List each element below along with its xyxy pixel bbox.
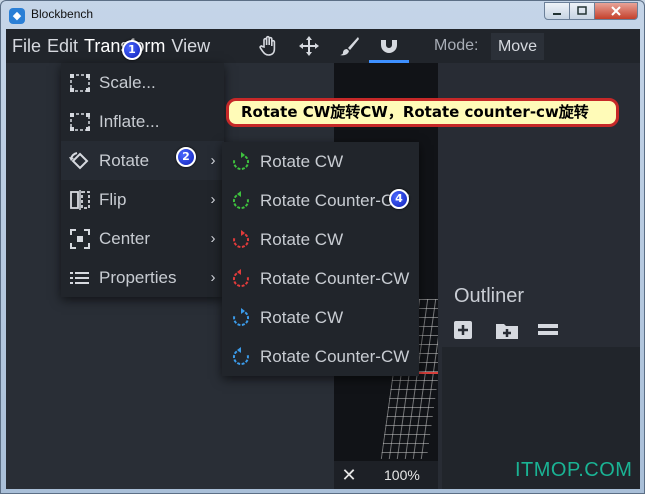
outliner-title: Outliner xyxy=(454,285,525,307)
menu-item-center[interactable]: Center › xyxy=(61,219,224,258)
menu-item-label: Rotate CW xyxy=(260,229,344,249)
center-icon xyxy=(70,228,90,249)
watermark: ITMOP.COM xyxy=(515,459,633,481)
menu-item-inflate[interactable]: Inflate... xyxy=(61,102,224,141)
menu-item-rotate[interactable]: Rotate › xyxy=(61,141,224,180)
chevron-right-icon: › xyxy=(210,230,216,247)
add-cube-icon xyxy=(454,321,472,339)
menu-item-properties[interactable]: Properties › xyxy=(61,258,224,297)
viewport-axis-line xyxy=(418,372,438,374)
rotate-submenu: Rotate CW Rotate Counter-CW Rotate CW Ro… xyxy=(222,142,419,376)
rotate-cw-icon xyxy=(233,229,250,248)
rotate-ccw-icon xyxy=(232,268,249,287)
mode-select[interactable]: Move xyxy=(491,33,544,60)
menu-item-label: Rotate Counter-CW xyxy=(260,346,410,366)
menu-item-rotate-ccw-z[interactable]: Rotate Counter-CW xyxy=(222,337,419,376)
menu-item-rotate-cw-y[interactable]: Rotate CW xyxy=(222,220,419,259)
minimize-button[interactable] xyxy=(544,2,570,20)
title-bar[interactable]: ◆ Blockbench xyxy=(1,1,644,29)
chevron-right-icon: › xyxy=(210,152,216,169)
scale-icon xyxy=(70,73,90,92)
rotate-cw-icon xyxy=(233,307,250,326)
flip-icon xyxy=(70,189,90,210)
maximize-icon xyxy=(577,6,587,15)
hand-tool[interactable] xyxy=(249,29,289,63)
menu-item-rotate-cw-x[interactable]: Rotate CW xyxy=(222,142,419,181)
properties-icon xyxy=(70,271,89,284)
menu-item-label: Rotate CW xyxy=(260,307,344,327)
rotate-icon xyxy=(69,151,89,169)
magnet-tool[interactable] xyxy=(369,29,409,63)
mode-label: Mode: xyxy=(434,37,479,54)
hand-icon xyxy=(259,35,276,56)
brush-icon xyxy=(340,37,359,56)
annotation-badge-2: 2 xyxy=(176,147,196,167)
annotation-badge-4: 4 xyxy=(389,189,409,209)
menu-item-label: Rotate CW xyxy=(260,151,344,171)
rotate-ccw-icon xyxy=(232,346,249,365)
menu-item-label: Flip xyxy=(99,189,127,209)
move-tool[interactable] xyxy=(289,29,329,63)
outliner-toolbar xyxy=(452,319,578,341)
menu-lines-icon xyxy=(538,324,558,335)
rotate-cw-icon xyxy=(233,151,250,170)
tool-toolbar xyxy=(249,29,409,63)
inflate-icon xyxy=(70,112,90,131)
minimize-icon xyxy=(553,13,561,15)
collapse-all-button[interactable] xyxy=(536,319,578,341)
menu-item-rotate-ccw-y[interactable]: Rotate Counter-CW xyxy=(222,259,419,298)
chevron-right-icon: › xyxy=(210,269,216,286)
brush-tool[interactable] xyxy=(329,29,369,63)
menu-item-rotate-cw-z[interactable]: Rotate CW xyxy=(222,298,419,337)
close-icon xyxy=(611,6,621,16)
menu-item-label: Properties xyxy=(99,267,177,287)
menu-item-label: Center xyxy=(99,228,151,248)
window-title: Blockbench xyxy=(31,7,94,21)
transform-menu: Scale... Inflate... Rotate › Flip › Cent… xyxy=(61,63,224,297)
menu-item-scale[interactable]: Scale... xyxy=(61,63,224,102)
add-cube-button[interactable] xyxy=(452,319,494,341)
menu-view[interactable]: View xyxy=(165,29,210,63)
magnet-icon xyxy=(381,36,397,53)
rotate-ccw-icon xyxy=(232,190,249,209)
chevron-right-icon: › xyxy=(210,191,216,208)
menu-item-label: Rotate Counter-CW xyxy=(260,268,410,288)
annotation-callout: Rotate CW旋转CW，Rotate counter-cw旋转 xyxy=(226,98,619,127)
menu-edit[interactable]: Edit xyxy=(41,29,78,63)
zoom-level[interactable]: 100% xyxy=(384,467,420,483)
menu-item-flip[interactable]: Flip › xyxy=(61,180,224,219)
move-arrows-icon xyxy=(299,36,319,56)
viewport-footer: ✕ 100% xyxy=(334,461,438,489)
window-frame: ◆ Blockbench ✕ 100% Outliner File Edit V… xyxy=(0,0,645,494)
add-group-button[interactable] xyxy=(494,319,536,341)
menu-item-label: Inflate... xyxy=(99,111,160,131)
maximize-button[interactable] xyxy=(570,2,595,20)
annotation-badge-1: 1 xyxy=(122,40,142,60)
menu-item-label: Scale... xyxy=(99,72,156,92)
close-button[interactable] xyxy=(595,2,638,20)
blockbench-app-icon: ◆ xyxy=(9,8,25,24)
menu-file[interactable]: File xyxy=(6,29,41,63)
viewport-close-icon[interactable]: ✕ xyxy=(334,465,364,486)
add-folder-icon xyxy=(496,324,518,339)
